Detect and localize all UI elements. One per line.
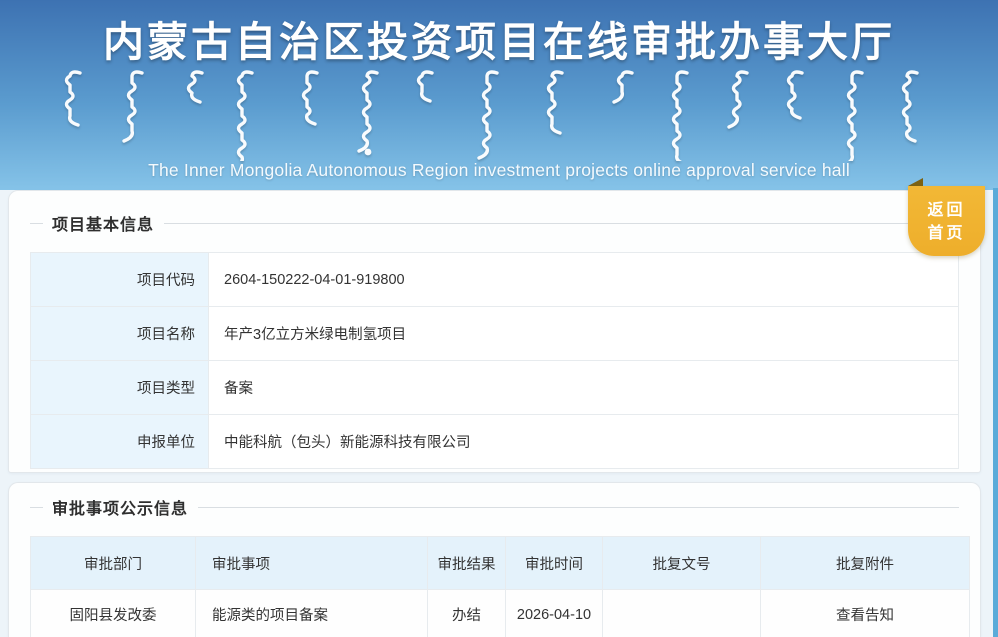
cell-department: 固阳县发改委	[30, 589, 196, 637]
page-subtitle-english: The Inner Mongolia Autonomous Region inv…	[148, 160, 850, 180]
col-header-doc-no: 批复文号	[602, 536, 761, 590]
field-label-project-code: 项目代码	[30, 252, 209, 307]
main-content: 项目基本信息 项目代码 2604-150222-04-01-919800 项目名…	[8, 190, 981, 637]
field-value-project-name: 年产3亿立方米绿电制氢项目	[208, 306, 959, 361]
page-title: 内蒙古自治区投资项目在线审批办事大厅	[103, 19, 895, 65]
approval-info-panel: 审批事项公示信息 审批部门 审批事项 审批结果 审批时间 批复文号 批复附件 固…	[8, 482, 981, 637]
basic-info-panel: 项目基本信息 项目代码 2604-150222-04-01-919800 项目名…	[8, 190, 981, 473]
cell-result: 办结	[427, 589, 506, 637]
col-header-attachment: 批复附件	[760, 536, 970, 590]
table-row: 申报单位 中能科航（包头）新能源科技有限公司	[30, 414, 959, 469]
field-value-project-code: 2604-150222-04-01-919800	[208, 252, 959, 307]
approval-table: 审批部门 审批事项 审批结果 审批时间 批复文号 批复附件 固阳县发改委 能源类…	[30, 536, 970, 637]
field-label-declaring-unit: 申报单位	[30, 414, 209, 469]
field-value-declaring-unit: 中能科航（包头）新能源科技有限公司	[208, 414, 959, 469]
right-edge-strip	[993, 188, 998, 637]
cell-time: 2026-04-10	[505, 589, 603, 637]
table-row: 项目代码 2604-150222-04-01-919800	[30, 252, 959, 307]
site-header: 内蒙古自治区投资项目在线审批办事大厅 The Inner Mongolia Au…	[0, 0, 998, 190]
col-header-item: 审批事项	[195, 536, 428, 590]
view-notice-link[interactable]: 查看告知	[836, 608, 894, 624]
col-header-department: 审批部门	[30, 536, 196, 590]
basic-info-table: 项目代码 2604-150222-04-01-919800 项目名称 年产3亿立…	[30, 252, 959, 469]
basic-info-section-header: 项目基本信息	[30, 211, 959, 235]
approval-table-header-row: 审批部门 审批事项 审批结果 审批时间 批复文号 批复附件	[30, 536, 970, 590]
cell-doc-no	[602, 589, 761, 637]
field-value-project-type: 备案	[208, 360, 959, 415]
field-label-project-name: 项目名称	[30, 306, 209, 361]
cell-attachment: 查看告知	[760, 589, 970, 637]
table-row: 项目名称 年产3亿立方米绿电制氢项目	[30, 306, 959, 361]
col-header-time: 审批时间	[505, 536, 603, 590]
approval-info-title: 审批事项公示信息	[52, 501, 189, 518]
approval-info-section-header: 审批事项公示信息	[30, 495, 959, 519]
back-home-label: 返回 首页	[927, 202, 966, 243]
ribbon-fold-icon	[908, 178, 923, 186]
cell-item: 能源类的项目备案	[195, 589, 428, 637]
back-home-button[interactable]: 返回 首页	[908, 178, 985, 256]
col-header-result: 审批结果	[427, 536, 506, 590]
mongolian-script-decoration	[64, 70, 919, 161]
field-label-project-type: 项目类型	[30, 360, 209, 415]
approval-table-row: 固阳县发改委 能源类的项目备案 办结 2026-04-10 查看告知	[30, 589, 970, 637]
basic-info-title: 项目基本信息	[52, 217, 155, 234]
table-row: 项目类型 备案	[30, 360, 959, 415]
